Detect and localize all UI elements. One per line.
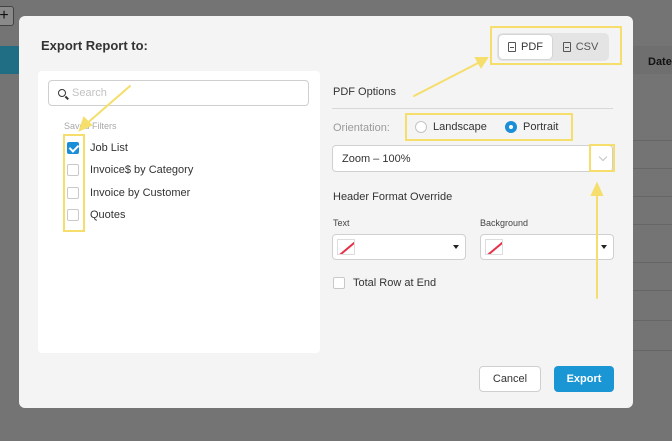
- no-color-swatch-icon: [485, 239, 503, 255]
- chevron-down-icon[interactable]: [598, 152, 608, 162]
- quotes-checkbox[interactable]: [67, 209, 79, 221]
- background-row-divider: [632, 140, 672, 141]
- portrait-label: Portrait: [523, 121, 559, 133]
- total-row-option[interactable]: Total Row at End: [333, 277, 436, 289]
- landscape-option[interactable]: Landscape: [415, 121, 487, 133]
- filter-item-quotes[interactable]: Quotes: [67, 209, 125, 221]
- background-row-divider: [632, 262, 672, 263]
- background-row-divider: [632, 196, 672, 197]
- invoice-by-customer-checkbox[interactable]: [67, 187, 79, 199]
- section-divider: [332, 108, 613, 109]
- export-dialog: Export Report to: PDF CSV Saved Filters …: [19, 16, 633, 408]
- zoom-value: Zoom – 100%: [342, 152, 411, 165]
- text-color-picker[interactable]: [332, 234, 466, 260]
- filter-item-label: Invoice$ by Category: [90, 164, 194, 176]
- filter-item-label: Job List: [90, 142, 128, 154]
- format-toggle: PDF CSV: [497, 33, 609, 61]
- caret-down-icon: [453, 245, 459, 249]
- filter-item-invoice-by-category[interactable]: Invoice$ by Category: [67, 164, 193, 176]
- export-button[interactable]: Export: [554, 366, 614, 392]
- header-format-title: Header Format Override: [333, 191, 453, 203]
- background-color-label: Background: [480, 218, 529, 228]
- background-row-divider: [632, 350, 672, 351]
- total-row-checkbox[interactable]: [333, 277, 345, 289]
- filter-item-label: Invoice by Customer: [90, 187, 191, 199]
- landscape-radio[interactable]: [415, 121, 427, 133]
- filter-item-job-list[interactable]: Job List: [67, 142, 128, 154]
- dialog-title: Export Report to:: [41, 38, 148, 53]
- landscape-label: Landscape: [433, 121, 487, 133]
- job-list-checkbox[interactable]: [67, 142, 79, 154]
- background-color-picker[interactable]: [480, 234, 614, 260]
- filter-item-label: Quotes: [90, 209, 126, 221]
- cancel-button[interactable]: Cancel: [479, 366, 541, 392]
- no-color-swatch-icon: [337, 239, 355, 255]
- background-date-column: Date: [648, 56, 672, 68]
- background-row-divider: [632, 290, 672, 291]
- pdf-format-label: PDF: [521, 41, 543, 53]
- saved-filters-label: Saved Filters: [64, 121, 117, 131]
- caret-down-icon: [601, 245, 607, 249]
- background-row-divider: [632, 320, 672, 321]
- document-icon: [508, 42, 516, 52]
- pdf-options-title: PDF Options: [333, 86, 396, 98]
- filter-item-invoice-by-customer[interactable]: Invoice by Customer: [67, 187, 190, 199]
- csv-format-button[interactable]: CSV: [554, 35, 607, 59]
- portrait-option[interactable]: Portrait: [505, 121, 558, 133]
- csv-format-label: CSV: [575, 41, 599, 53]
- invoice-by-category-checkbox[interactable]: [67, 164, 79, 176]
- document-icon: [562, 42, 571, 52]
- zoom-select[interactable]: Zoom – 100%: [332, 145, 613, 172]
- background-row-divider: [632, 224, 672, 225]
- text-color-label: Text: [333, 218, 350, 228]
- pdf-format-button[interactable]: PDF: [499, 35, 552, 59]
- saved-filters-panel: Saved Filters Job List Invoice$ by Categ…: [38, 71, 320, 353]
- background-row-divider: [632, 168, 672, 169]
- add-icon[interactable]: +: [0, 6, 14, 26]
- orientation-label: Orientation:: [333, 122, 390, 134]
- total-row-label: Total Row at End: [353, 277, 437, 289]
- search-input[interactable]: [72, 87, 292, 99]
- portrait-radio[interactable]: [505, 121, 517, 133]
- search-icon: [58, 89, 66, 97]
- search-box[interactable]: [48, 80, 309, 106]
